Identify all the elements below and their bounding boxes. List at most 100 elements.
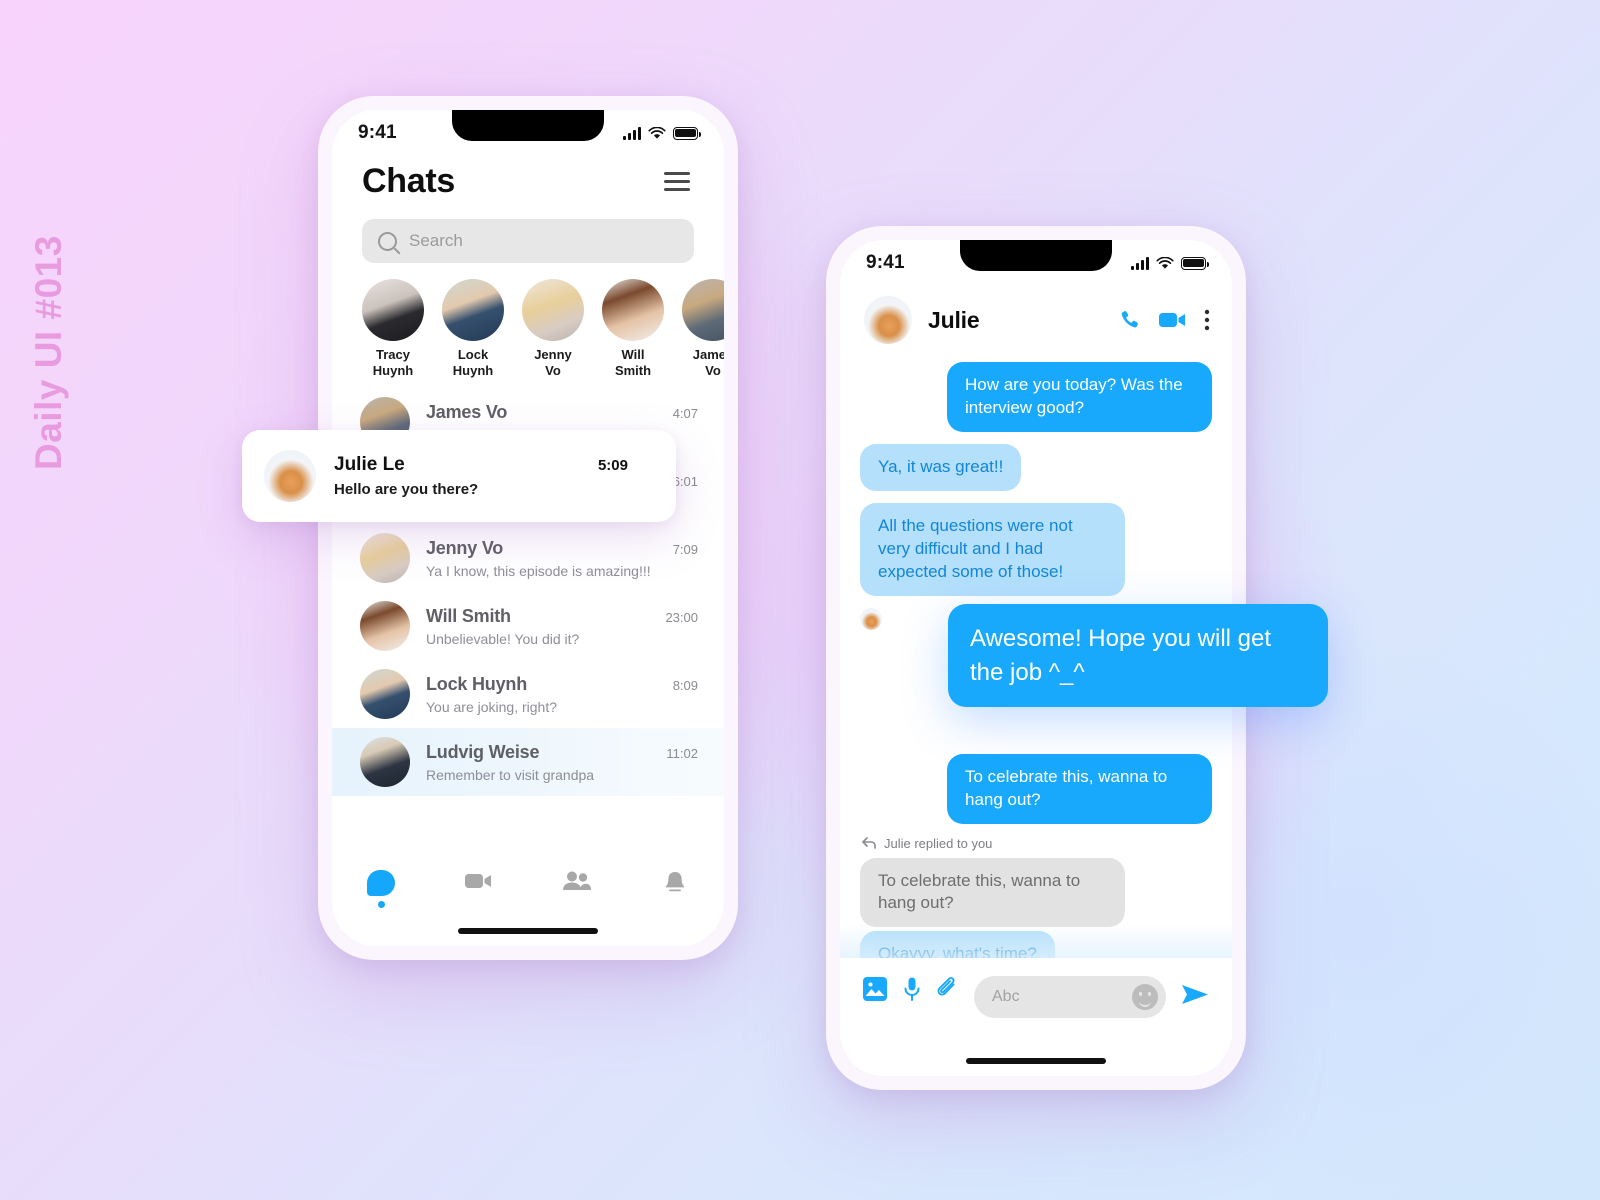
chat-list-item[interactable]: Jenny Vo 7:09 Ya I know, this episode is a…: [332, 524, 724, 592]
message-row: Ya, it was great!!: [860, 443, 1212, 491]
composer-divider: [840, 924, 1232, 958]
image-icon[interactable]: [862, 976, 888, 1002]
chat-contact-name: Lock Huynh: [426, 673, 528, 694]
avatar: [360, 669, 410, 720]
chat-contact-name: James Vo: [426, 401, 508, 422]
notification-card[interactable]: Julie Le 5:09 Hello are you there?: [242, 430, 676, 522]
send-icon[interactable]: [1180, 976, 1210, 1008]
message-row: To celebrate this, wanna to hang out?: [860, 753, 1212, 824]
avatar: [264, 450, 316, 502]
chat-timestamp: 23:00: [665, 609, 698, 625]
story-label: Will Smith: [614, 347, 652, 378]
chat-contact-name: Ludvig Weise: [426, 741, 540, 762]
avatar: [602, 279, 664, 341]
chat-contact-name: Will Smith: [426, 605, 511, 626]
chat-timestamp: 8:09: [672, 677, 698, 693]
chats-screen: 9:41 Chats Search Tracy Huynh Lock Huynh Jen…: [332, 110, 724, 946]
story-label: JamesVo: [692, 347, 724, 378]
chat-list-item[interactable]: Ludvig Weise 11:02 Remember to visit grand…: [332, 728, 724, 797]
chat-preview: You are joking, right?: [426, 698, 558, 715]
home-indicator: [458, 928, 598, 934]
video-camera-icon[interactable]: [1158, 309, 1188, 331]
story-label: Lock Huynh: [452, 347, 494, 378]
tab-people[interactable]: [528, 870, 626, 892]
reply-thread-label: Julie replied to you: [862, 836, 1212, 851]
microphone-icon[interactable]: [902, 976, 922, 1002]
bell-icon: [665, 872, 685, 892]
stories-strip[interactable]: TracyHuynh LockHuynh JennyVo WillSmith James…: [332, 263, 724, 384]
avatar: [360, 533, 410, 584]
search-icon: [378, 231, 397, 251]
notification-content: Julie Le 5:09 Hello are you there?: [334, 454, 654, 498]
message-input[interactable]: Abc: [974, 976, 1166, 1018]
message-bubble-incoming[interactable]: Ya, it was great!!: [860, 443, 1022, 491]
chat-contact-name: Jenny Vo: [426, 537, 504, 558]
cellular-signal-icon: [1131, 256, 1149, 270]
message-row: How are you today? Was the interview goo…: [860, 362, 1212, 432]
chat-list-item[interactable]: Lock Huynh 8:09 You are joking, right?: [332, 660, 724, 728]
cellular-signal-icon: [623, 126, 641, 140]
story-item[interactable]: Will Smith: [602, 279, 664, 378]
message-bubble-outgoing[interactable]: To celebrate this, wanna to hang out?: [947, 753, 1212, 824]
avatar: [362, 279, 424, 341]
chat-bubble-icon: [367, 870, 395, 896]
status-time: 9:41: [358, 122, 397, 143]
daily-ui-label: Daily UI #013: [28, 235, 69, 470]
notch: [960, 240, 1112, 271]
message-bubble-incoming[interactable]: All the questions were not very difficul…: [860, 502, 1125, 596]
story-item[interactable]: JamesVo: [682, 279, 724, 378]
notch: [452, 110, 604, 141]
story-item[interactable]: Tracy Huynh: [362, 279, 424, 378]
status-bar: 9:41: [332, 110, 724, 156]
chat-timestamp: 7:09: [672, 541, 698, 557]
status-icons: [1131, 256, 1209, 270]
tab-notifications[interactable]: [626, 870, 724, 896]
notification-message: Hello are you there?: [334, 481, 479, 498]
status-time: 9:41: [866, 252, 905, 273]
chat-preview: Ya I know, this episode is amazing!!!: [426, 562, 651, 579]
tab-calls[interactable]: [430, 870, 528, 892]
avatar: [360, 601, 410, 652]
video-camera-icon: [465, 874, 491, 888]
more-vertical-icon[interactable]: [1204, 308, 1210, 332]
people-icon: [563, 871, 591, 890]
emoji-smile-icon[interactable]: [1132, 984, 1158, 1010]
quoted-message-bubble[interactable]: To celebrate this, wanna to hang out?: [860, 857, 1125, 928]
message-input-placeholder: Abc: [992, 988, 1020, 1005]
story-label: Tracy Huynh: [372, 347, 414, 378]
avatar: [682, 279, 724, 341]
story-item[interactable]: Lock Huynh: [442, 279, 504, 378]
chats-header: Chats: [332, 156, 724, 201]
page-title: Chats: [362, 162, 455, 200]
message-row: All the questions were not very difficul…: [860, 502, 1212, 596]
conversation-actions: [1118, 308, 1210, 332]
avatar: [860, 607, 882, 630]
message-bubble-highlighted[interactable]: Awesome! Hope you will get the job ^_^: [948, 604, 1328, 708]
chat-timestamp: 11:02: [666, 745, 698, 761]
conversation-header: Julie: [840, 286, 1232, 352]
avatar: [442, 279, 504, 341]
chat-preview: Remember to visit grandpa: [426, 766, 595, 783]
phone-call-icon[interactable]: [1118, 308, 1142, 332]
chat-list-item[interactable]: Will Smith 23:00 Unbelievable! You did it?: [332, 592, 724, 660]
search-placeholder: Search: [409, 231, 463, 250]
quoted-message-row: To celebrate this, wanna to hang out?: [860, 857, 1212, 928]
status-bar: 9:41: [840, 240, 1232, 286]
story-label: Jenny Vo: [534, 347, 572, 378]
tab-chats[interactable]: [332, 870, 430, 908]
avatar[interactable]: [864, 296, 912, 344]
reply-label-text: Julie replied to you: [884, 835, 993, 851]
chat-timestamp: 4:07: [672, 405, 698, 421]
contact-name: Julie: [928, 306, 980, 333]
reply-arrow-icon: [862, 837, 876, 849]
story-item[interactable]: Jenny Vo: [522, 279, 584, 378]
home-indicator: [966, 1058, 1106, 1064]
message-bubble-outgoing[interactable]: How are you today? Was the interview goo…: [947, 362, 1212, 432]
hamburger-menu-icon[interactable]: [660, 168, 694, 195]
paperclip-icon[interactable]: [936, 976, 960, 1002]
search-input[interactable]: Search: [362, 219, 694, 263]
status-icons: [623, 126, 701, 140]
notification-time: 5:09: [597, 457, 628, 474]
wifi-icon: [1156, 256, 1174, 269]
battery-full-icon: [1181, 256, 1209, 270]
